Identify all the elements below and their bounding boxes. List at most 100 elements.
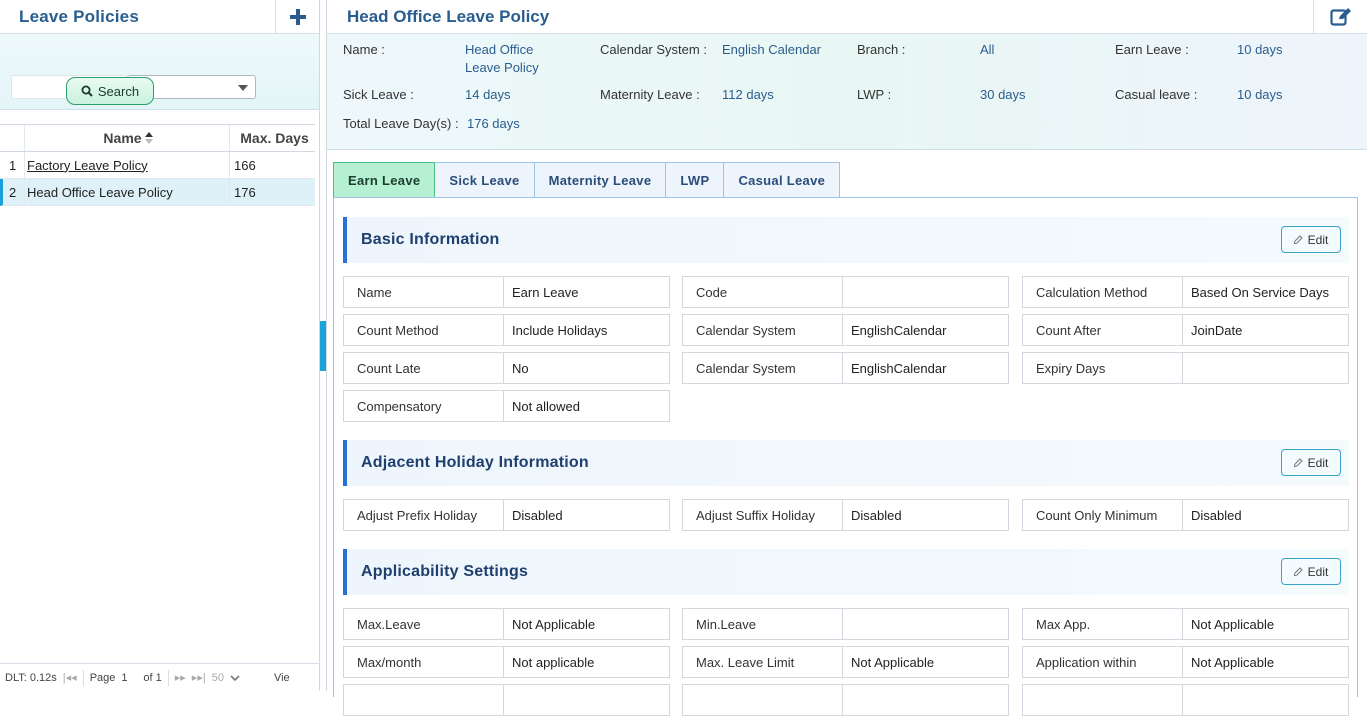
next-page-icon[interactable]: ▸▸ <box>175 671 186 684</box>
summary-calendar-value: English Calendar <box>722 42 822 57</box>
edit-label: Edit <box>1307 232 1329 247</box>
field-label: Calculation Method <box>1023 277 1183 307</box>
grid-header-name[interactable]: Name <box>25 125 230 151</box>
field-label <box>683 685 843 715</box>
field-count-late: Count Late No <box>343 352 670 384</box>
table-row[interactable]: 2 Head Office Leave Policy 176 <box>0 179 315 206</box>
field-value: Not Applicable <box>512 616 596 632</box>
tab-earn-leave[interactable]: Earn Leave <box>333 162 436 198</box>
field-label: Compensatory <box>344 391 504 421</box>
tab-maternity-leave[interactable]: Maternity Leave <box>534 162 667 198</box>
field-label <box>344 685 504 715</box>
edit-basic-button[interactable]: Edit <box>1281 226 1341 253</box>
field-count-after: Count After JoinDate <box>1022 314 1349 346</box>
field-label: Max.Leave <box>344 609 504 639</box>
field-value <box>1183 353 1348 383</box>
summary-lwp-value: 30 days <box>980 87 1026 102</box>
field-label: Min.Leave <box>683 609 843 639</box>
row-number: 1 <box>0 152 25 178</box>
page-size-select[interactable]: 50 <box>212 672 224 684</box>
summary-lwp-label: LWP : <box>857 87 892 102</box>
field-value: Earn Leave <box>512 284 579 300</box>
tab-lwp[interactable]: LWP <box>666 162 725 198</box>
summary-maternity-value: 112 days <box>722 87 774 102</box>
grid-pager: DLT: 0.12s |◂◂ Page 1 of 1 ▸▸ ▸▸| 50 Vie <box>0 663 320 691</box>
field-expiry-days: Expiry Days <box>1022 352 1349 384</box>
summary-earn-value: 10 days <box>1237 42 1283 57</box>
field-value: JoinDate <box>1191 322 1243 338</box>
field-calculation-method: Calculation Method Based On Service Days <box>1022 276 1349 308</box>
row-days-cell: 166 <box>234 157 256 173</box>
field-label <box>1023 685 1183 715</box>
row-number: 2 <box>3 179 25 205</box>
filter-area: Branch <box>0 34 319 110</box>
field-max-month: Max/month Not applicable <box>343 646 670 678</box>
chevron-down-icon[interactable] <box>230 674 240 682</box>
summary-calendar-label: Calendar System : <box>600 42 707 57</box>
policy-name: Head Office Leave Policy <box>27 184 173 200</box>
section-applicability-settings: Applicability Settings Edit <box>343 549 1349 595</box>
field-value <box>843 277 1008 307</box>
search-icon <box>81 85 93 97</box>
tab-content: Basic Information Edit Name Earn Leave Co… <box>333 197 1358 716</box>
field-application-within: Application within Not Applicable <box>1022 646 1349 678</box>
plus-icon <box>289 9 306 25</box>
field-value: Not Applicable <box>851 654 935 670</box>
section-title: Adjacent Holiday Information <box>361 454 589 471</box>
pencil-icon <box>1293 567 1303 576</box>
field-code: Code <box>682 276 1009 308</box>
field-value: Disabled <box>1191 507 1242 523</box>
page-label: Page <box>89 671 116 684</box>
summary-casual-value: 10 days <box>1237 87 1283 102</box>
grid-header-days[interactable]: Max. Days <box>230 125 315 151</box>
last-page-icon[interactable]: ▸▸| <box>192 671 206 684</box>
field-label: Calendar System <box>683 315 843 345</box>
sort-icon <box>144 132 153 144</box>
tab-sick-leave[interactable]: Sick Leave <box>435 162 535 198</box>
row-name-cell: Head Office Leave Policy <box>25 179 230 205</box>
field-max-app: Max App. Not Applicable <box>1022 608 1349 640</box>
page-input[interactable]: 1 <box>121 672 137 684</box>
summary-total-value: 176 days <box>467 116 520 131</box>
add-policy-button[interactable] <box>275 0 319 34</box>
right-panel-header: Head Office Leave Policy <box>327 0 1367 34</box>
edit-applicability-button[interactable]: Edit <box>1281 558 1341 585</box>
field-count-only-minimum: Count Only Minimum Disabled <box>1022 499 1349 531</box>
summary-earn-label: Earn Leave : <box>1115 42 1189 57</box>
first-page-icon[interactable]: |◂◂ <box>63 671 77 684</box>
edit-policy-button[interactable] <box>1313 0 1367 34</box>
search-button[interactable]: Search <box>66 77 154 105</box>
page-title: Head Office Leave Policy <box>347 6 550 26</box>
row-name-cell: Factory Leave Policy <box>25 152 230 178</box>
field-value <box>843 609 1008 639</box>
policy-link[interactable]: Factory Leave Policy <box>27 158 148 173</box>
summary-branch-label: Branch : <box>857 42 906 57</box>
edit-label: Edit <box>1307 455 1329 470</box>
section-title: Basic Information <box>361 231 500 248</box>
table-row[interactable]: 1 Factory Leave Policy 166 <box>0 152 315 179</box>
field-value: EnglishCalendar <box>851 360 947 376</box>
edit-adjacent-button[interactable]: Edit <box>1281 449 1341 476</box>
summary-name-value: Head Office Leave Policy <box>465 42 539 75</box>
section-adjacent-holiday: Adjacent Holiday Information Edit <box>343 440 1349 486</box>
field-count-method: Count Method Include Holidays <box>343 314 670 346</box>
pencil-icon <box>1293 458 1303 467</box>
edit-icon <box>1329 8 1351 26</box>
field-label: Name <box>344 277 504 307</box>
field-label: Application within <box>1023 647 1183 677</box>
field-value: Include Holidays <box>512 322 608 338</box>
field-value: Not Applicable <box>1191 654 1275 670</box>
field-value: EnglishCalendar <box>851 322 947 338</box>
summary-maternity-label: Maternity Leave : <box>600 87 700 102</box>
field-adjust-prefix-holiday: Adjust Prefix Holiday Disabled <box>343 499 670 531</box>
dlt-text: DLT: 0.12s <box>5 671 57 684</box>
field-partial <box>343 684 670 716</box>
field-value: Disabled <box>512 507 563 523</box>
field-label: Max/month <box>344 647 504 677</box>
field-calendar-system: Calendar System EnglishCalendar <box>682 314 1009 346</box>
tab-casual-leave[interactable]: Casual Leave <box>724 162 841 198</box>
field-label: Count Only Minimum <box>1023 500 1183 530</box>
field-value <box>504 685 669 715</box>
policy-detail-panel: Head Office Leave Policy Name : Head Off… <box>326 0 1367 716</box>
summary-sick-label: Sick Leave : <box>343 87 414 102</box>
